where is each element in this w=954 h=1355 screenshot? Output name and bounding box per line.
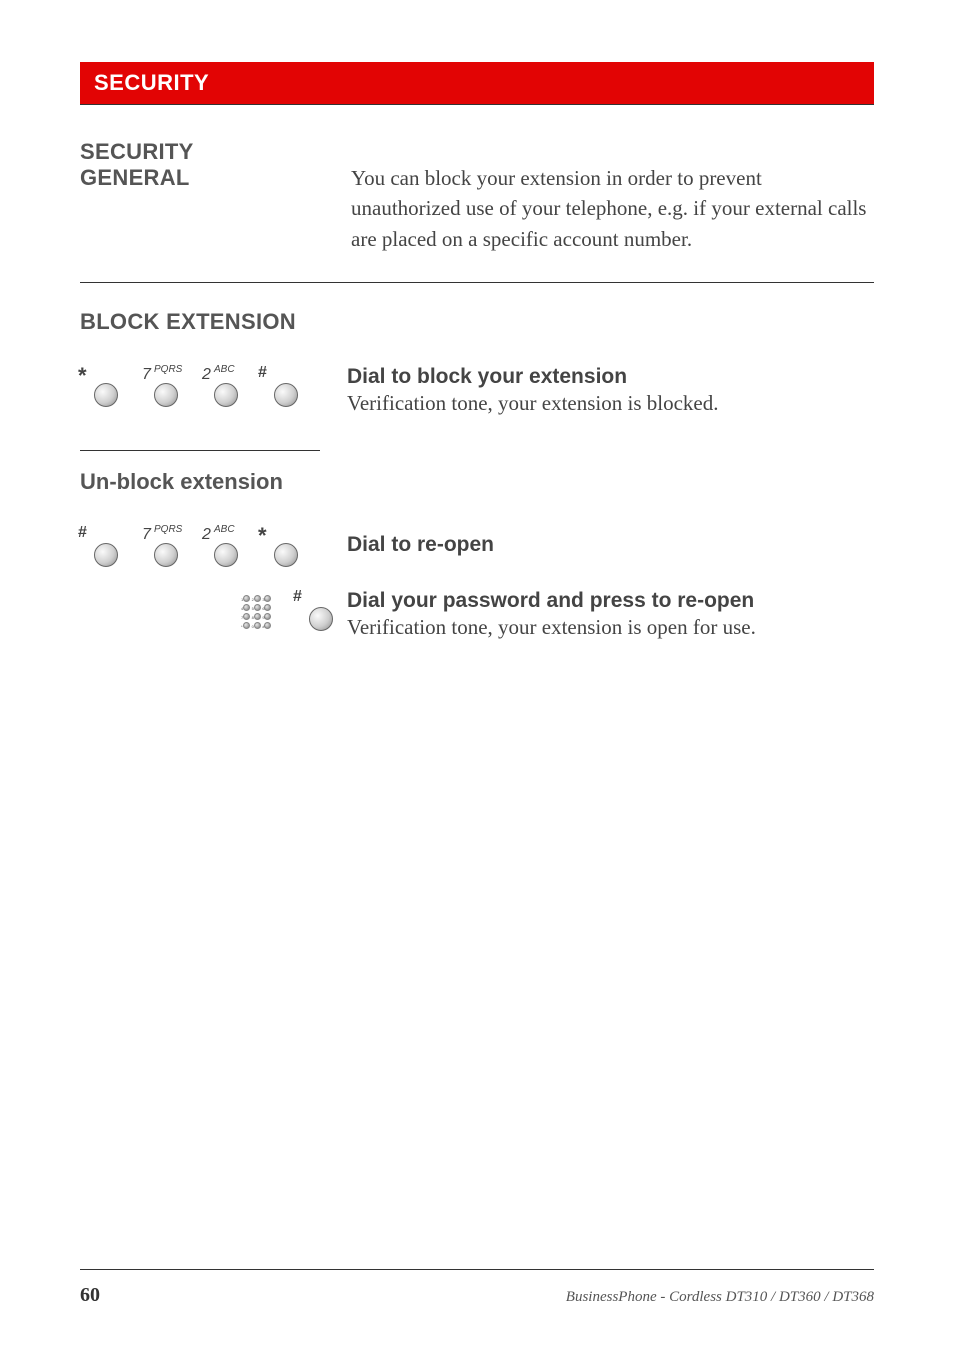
block-ext-heading: BLOCK EXTENSION	[80, 309, 874, 335]
keypad-dot	[254, 613, 261, 620]
key-circle-icon	[94, 383, 118, 407]
divider-short	[80, 450, 320, 451]
divider	[80, 282, 874, 283]
key-hash: #	[295, 593, 333, 631]
key-circle-icon	[274, 383, 298, 407]
block-key-row: * 7 PQRS 2 ABC # Dial to block your exte…	[80, 365, 874, 416]
keypad-dot	[254, 604, 261, 611]
hash-icon: #	[293, 589, 302, 605]
letters-abc: ABC	[214, 365, 235, 375]
footer-row: 60 BusinessPhone - Cordless DT310 / DT36…	[80, 1284, 874, 1307]
keypad-dot	[254, 622, 261, 629]
unblock-row2-keys: #	[80, 589, 335, 631]
key-star: *	[80, 369, 118, 407]
unblock-heading: Un-block extension	[80, 469, 874, 495]
footer-text: BusinessPhone - Cordless DT310 / DT360 /…	[566, 1289, 874, 1306]
divider	[80, 104, 874, 105]
digit-7: 7	[142, 367, 151, 383]
keypad-dot	[264, 613, 271, 620]
intro-block: SECURITY GENERAL You can block your exte…	[80, 139, 874, 254]
key-hash: #	[80, 529, 118, 567]
unblock-row1-title: Dial to re-open	[347, 533, 874, 557]
unblock-row2-title: Dial your password and press to re-open	[347, 589, 874, 613]
unblock-row2-desc: Dial your password and press to re-open …	[347, 589, 874, 640]
key-circle-icon	[274, 543, 298, 567]
letters-pqrs: PQRS	[154, 525, 182, 535]
block-desc: Dial to block your extension Verificatio…	[347, 365, 874, 416]
intro-body: You can block your extension in order to…	[351, 163, 874, 254]
hash-icon: #	[258, 365, 267, 381]
key-circle-icon	[309, 607, 333, 631]
digit-2: 2	[202, 527, 211, 543]
block-desc-body: Verification tone, your extension is blo…	[347, 391, 874, 416]
block-desc-title: Dial to block your extension	[347, 365, 874, 389]
star-icon: *	[78, 365, 87, 387]
key-7: 7 PQRS	[140, 369, 178, 407]
intro-heading-2: GENERAL	[80, 165, 335, 191]
keypad-dot	[264, 622, 271, 629]
star-icon: *	[258, 525, 267, 547]
intro-body-col: You can block your extension in order to…	[351, 139, 874, 254]
digit-7: 7	[142, 527, 151, 543]
keypad-dot	[243, 595, 250, 602]
key-2: 2 ABC	[200, 529, 238, 567]
section-banner: SECURITY	[80, 62, 874, 104]
unblock-row2-body: Verification tone, your extension is ope…	[347, 615, 874, 640]
keypad-dot	[254, 595, 261, 602]
keypad-dot	[264, 604, 271, 611]
unblock-row1: # 7 PQRS 2 ABC * Dial to re-open	[80, 525, 874, 567]
footer: 60 BusinessPhone - Cordless DT310 / DT36…	[80, 1269, 874, 1307]
key-circle-icon	[154, 543, 178, 567]
unblock-row1-desc: Dial to re-open	[347, 525, 874, 557]
keypad-dot	[243, 613, 250, 620]
unblock-row2: # Dial your password and press to re-ope…	[80, 589, 874, 640]
block-keys: * 7 PQRS 2 ABC #	[80, 365, 335, 407]
digit-2: 2	[202, 367, 211, 383]
letters-pqrs: PQRS	[154, 365, 182, 375]
keypad-dot	[243, 622, 250, 629]
page-number: 60	[80, 1284, 100, 1307]
key-7: 7 PQRS	[140, 529, 178, 567]
key-hash: #	[260, 369, 298, 407]
unblock-keys: # 7 PQRS 2 ABC *	[80, 525, 335, 567]
key-circle-icon	[214, 543, 238, 567]
key-circle-icon	[154, 383, 178, 407]
intro-heading-1: SECURITY	[80, 139, 335, 165]
key-2: 2 ABC	[200, 369, 238, 407]
hash-icon: #	[78, 525, 87, 541]
keypad-icon	[243, 595, 273, 629]
key-star: *	[260, 529, 298, 567]
intro-heading-col: SECURITY GENERAL	[80, 139, 335, 254]
footer-divider	[80, 1269, 874, 1270]
keypad-dot	[264, 595, 271, 602]
keypad-dot	[243, 604, 250, 611]
letters-abc: ABC	[214, 525, 235, 535]
key-circle-icon	[214, 383, 238, 407]
key-circle-icon	[94, 543, 118, 567]
